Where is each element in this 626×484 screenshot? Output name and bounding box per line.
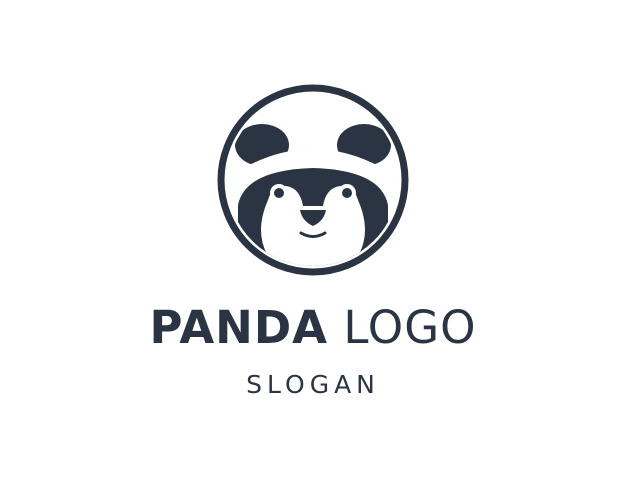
logo-slogan: SLOGAN — [246, 370, 380, 399]
panda-face-icon — [217, 84, 409, 276]
right-pupil — [342, 188, 352, 198]
logo-title-bold: PANDA — [149, 301, 329, 354]
logo-title: PANDA LOGO — [0, 300, 626, 356]
logo-title-light: LOGO — [343, 301, 477, 354]
left-pupil — [274, 188, 284, 198]
